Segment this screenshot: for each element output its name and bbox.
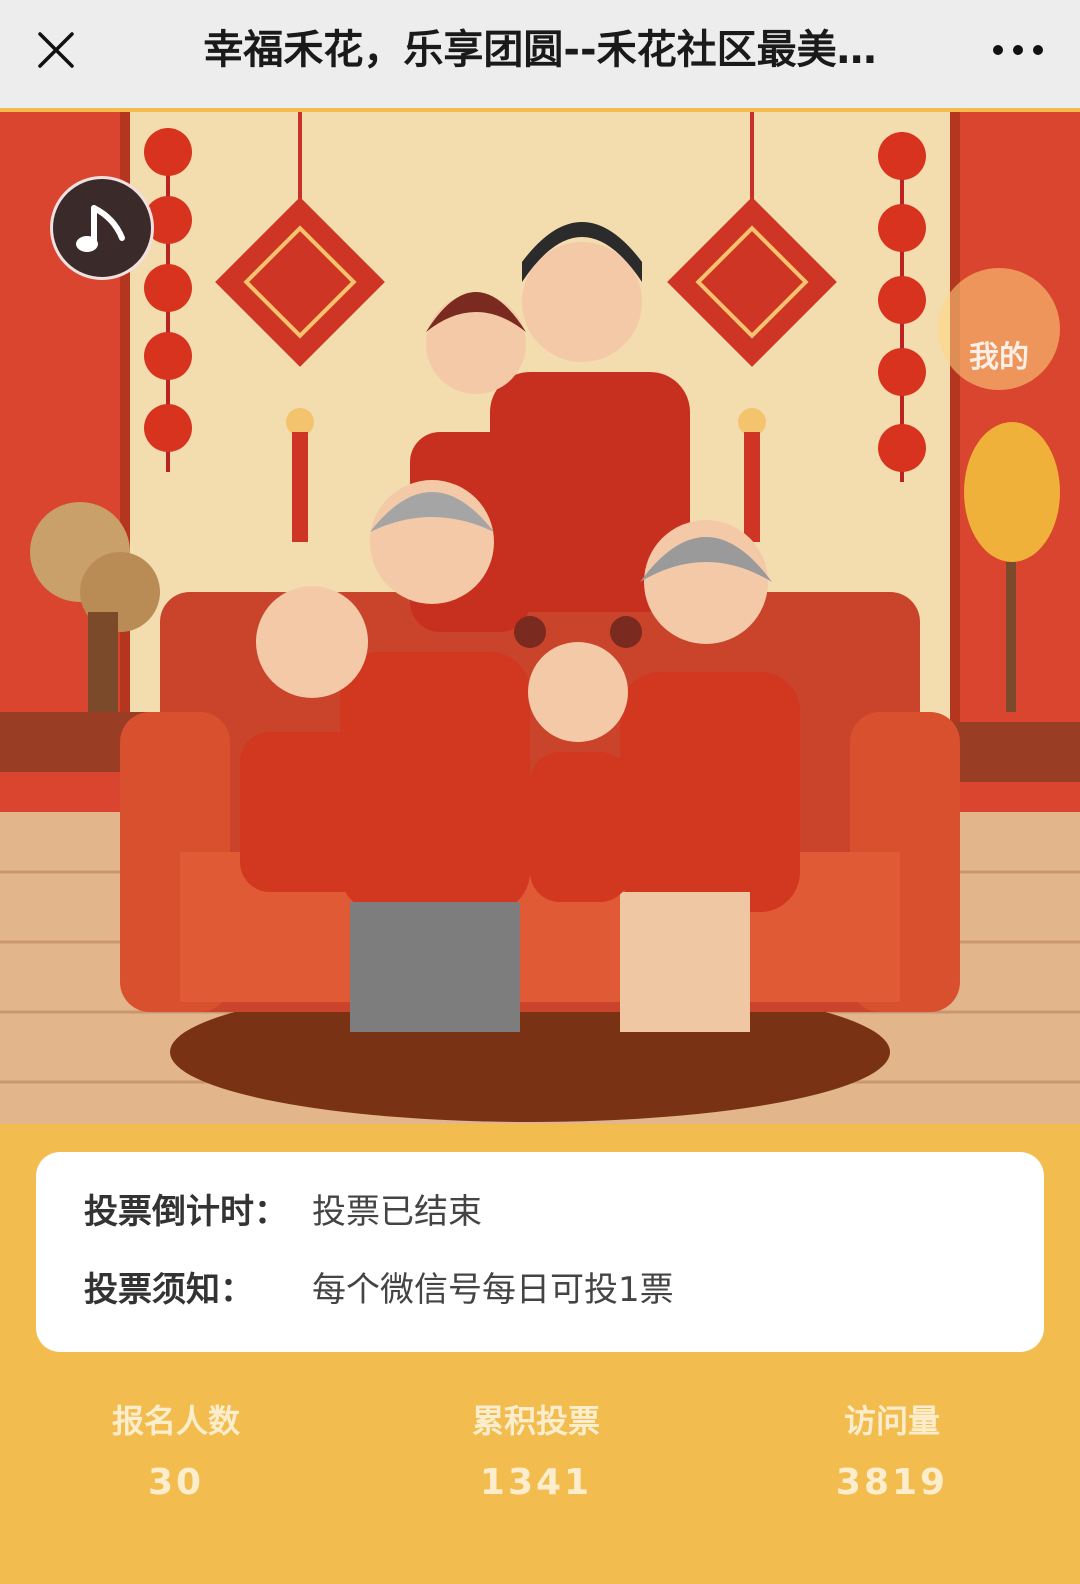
- vote-info-card: 投票倒计时： 投票已结束 投票须知： 每个微信号每日可投1票: [36, 1152, 1044, 1352]
- family-illustration: [0, 112, 1080, 1124]
- close-button[interactable]: [28, 22, 84, 78]
- stat-registrants: 报名人数 30: [46, 1395, 306, 1507]
- more-button[interactable]: [980, 22, 1056, 78]
- notice-label: 投票须知：: [84, 1269, 254, 1310]
- stats-bar: 报名人数 30 累积投票 1341 访问量 3819: [0, 1395, 1080, 1525]
- music-note-icon: [76, 205, 125, 252]
- stat-visits: 访问量 3819: [762, 1395, 1022, 1507]
- stat-value: 3819: [835, 1462, 949, 1503]
- music-toggle-button[interactable]: [50, 176, 154, 280]
- page-title: 幸福禾花，乐享团圆--禾花社区最美…: [203, 27, 877, 73]
- mine-label: 我的: [969, 340, 1029, 375]
- notice-value: 每个微信号每日可投1票: [312, 1269, 674, 1310]
- banner-illustration: [0, 112, 1080, 1124]
- close-icon: [38, 32, 74, 68]
- mine-button[interactable]: 我的: [938, 268, 1060, 390]
- countdown-label: 投票倒计时：: [84, 1191, 288, 1232]
- stat-value: 1341: [479, 1462, 593, 1503]
- stat-label: 访问量: [843, 1402, 940, 1440]
- notice-row: 投票须知： 每个微信号每日可投1票: [84, 1264, 674, 1310]
- countdown-value: 投票已结束: [312, 1191, 482, 1232]
- stat-total-votes: 累积投票 1341: [406, 1395, 666, 1507]
- more-icon: [993, 45, 1043, 55]
- stat-label: 报名人数: [111, 1402, 240, 1440]
- stat-label: 累积投票: [471, 1402, 600, 1440]
- stat-value: 30: [147, 1462, 205, 1503]
- countdown-row: 投票倒计时： 投票已结束: [84, 1186, 482, 1232]
- title-bar: 幸福禾花，乐享团圆--禾花社区最美…: [0, 0, 1080, 108]
